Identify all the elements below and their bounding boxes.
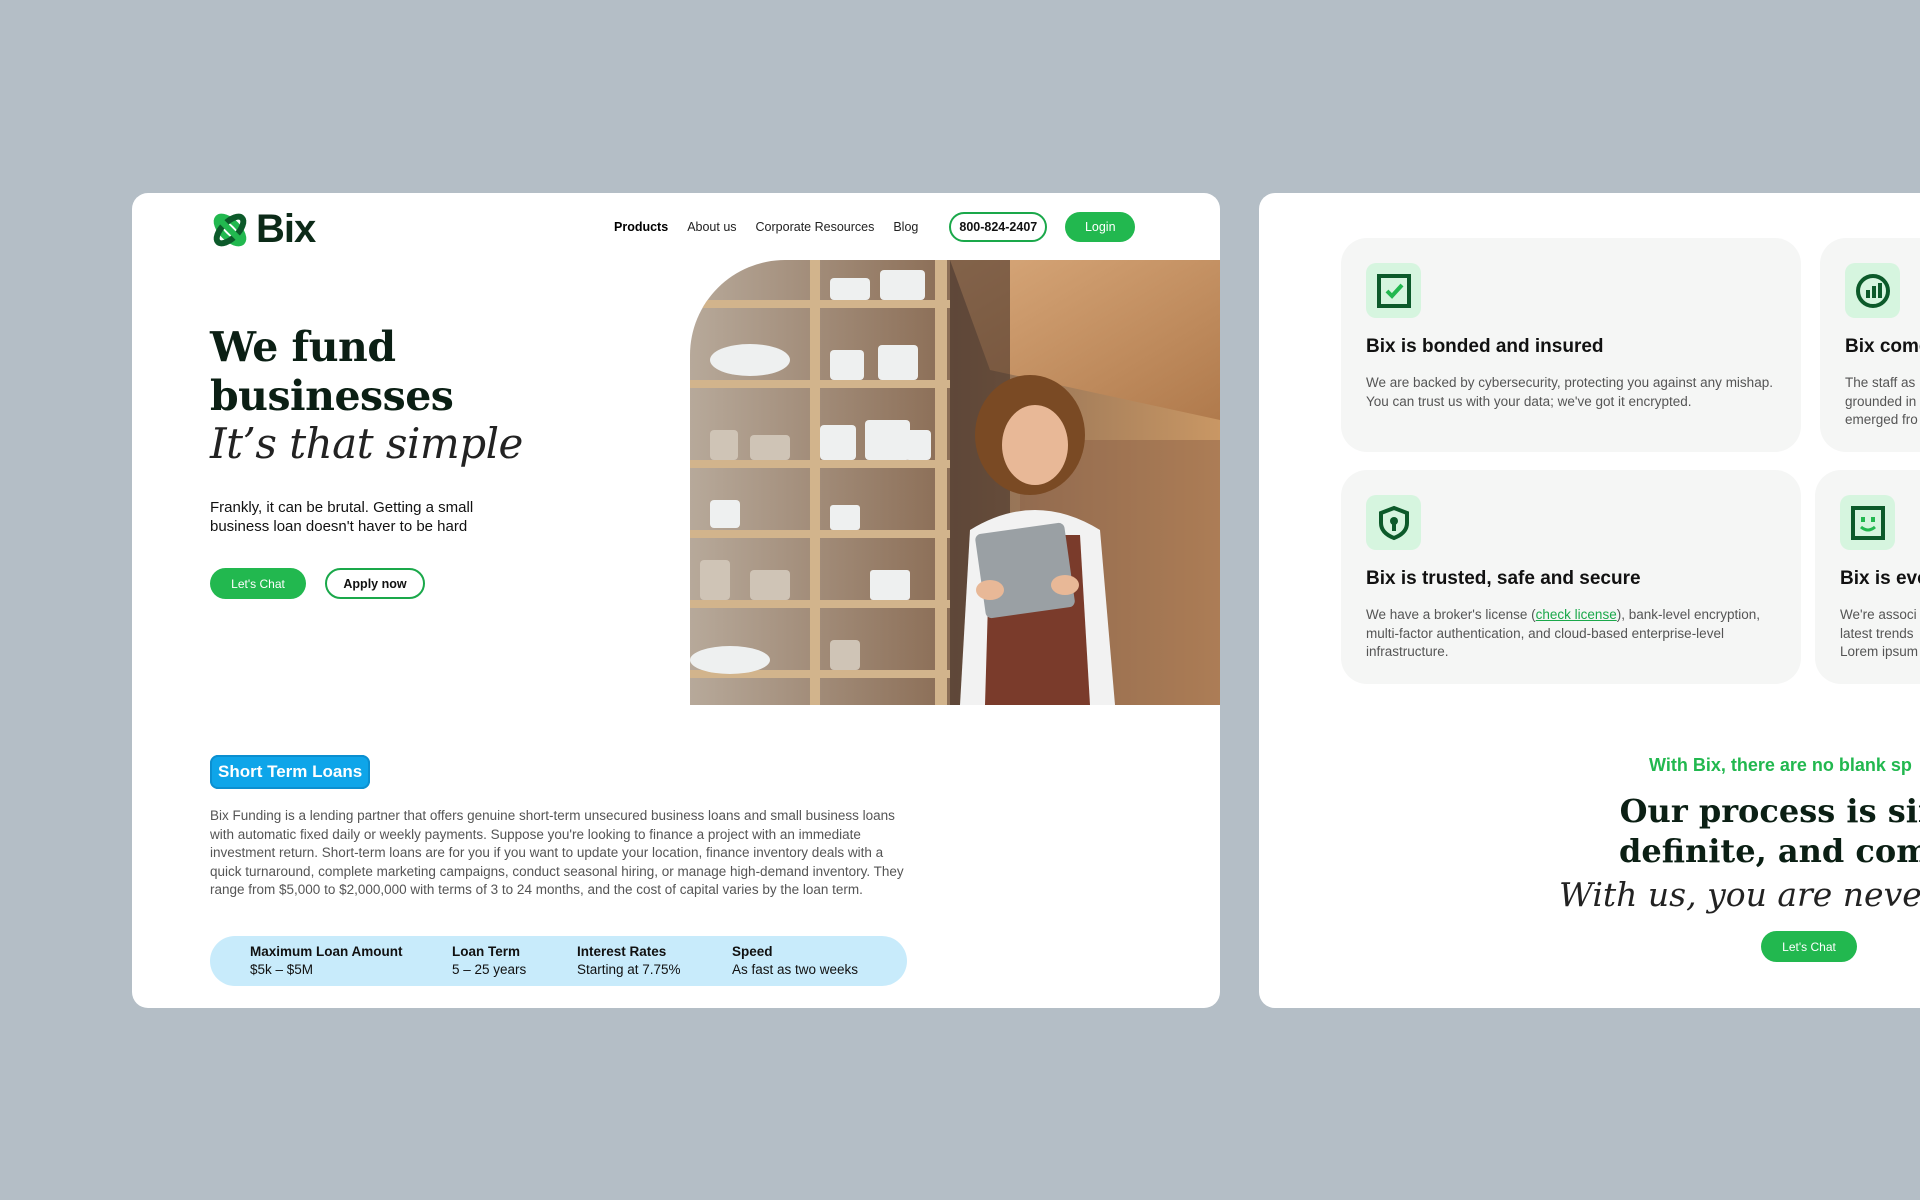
chart-icon [1845, 263, 1900, 318]
feature-title: Bix is bonded and insured [1366, 336, 1604, 357]
short-term-loans-tag: Short Term Loans [210, 755, 371, 789]
nav-corporate-resources[interactable]: Corporate Resources [756, 220, 875, 234]
feature-title: Bix is trusted, safe and secure [1366, 568, 1641, 589]
feature-title: Bix come [1845, 336, 1920, 357]
feature-card-community: Bix come The staff as grounded in emerge… [1820, 238, 1920, 452]
feature-card-bonded: Bix is bonded and insured We are backed … [1341, 238, 1801, 452]
feature-card-evolving: Bix is eve We're associ latest trends Lo… [1815, 470, 1920, 684]
stat-label: Speed [732, 944, 773, 959]
feature-description: We're associ latest trends Lorem ipsum [1840, 606, 1920, 662]
features-page-card: Bix is bonded and insured We are backed … [1259, 193, 1920, 1008]
short-term-loans-description: Bix Funding is a lending partner that of… [210, 808, 904, 897]
feature-description: We have a broker's license (check licens… [1366, 606, 1776, 662]
hero-title-line2: businesses [210, 372, 454, 420]
stat-value: 5 – 25 years [452, 962, 527, 977]
stat-loan-term: Loan Term 5 – 25 years [452, 943, 577, 979]
stat-label: Loan Term [452, 944, 521, 959]
lets-chat-button[interactable]: Let's Chat [210, 568, 306, 599]
hero-subtitle: It’s that simple [210, 419, 523, 468]
check-license-link[interactable]: check license [1536, 607, 1617, 622]
stat-label: Maximum Loan Amount [250, 944, 403, 959]
main-nav: Products About us Corporate Resources Bl… [614, 211, 1136, 243]
landing-page-card: Bix Products About us Corporate Resource… [132, 193, 1220, 1008]
process-eyebrow: With Bix, there are no blank sp [1649, 755, 1912, 775]
hero-photo [690, 260, 1220, 705]
nav-products[interactable]: Products [614, 220, 668, 234]
feature-description: The staff as grounded in emerged fro [1845, 374, 1920, 430]
feature-desc-line: latest trends [1840, 625, 1914, 641]
feature-description: We are backed by cybersecurity, protecti… [1366, 375, 1773, 409]
nav-about-us[interactable]: About us [687, 220, 736, 234]
process-title-line1: Our process is sim [1619, 792, 1920, 830]
brand-name: Bix [256, 207, 316, 251]
smile-icon [1840, 495, 1895, 550]
apply-now-button[interactable]: Apply now [325, 568, 425, 599]
loan-stats-bar: Maximum Loan Amount $5k – $5M Loan Term … [210, 936, 907, 986]
feature-desc-text: We have a broker's license ( [1366, 607, 1536, 622]
process-subtitle: With us, you are never in [1559, 875, 1920, 914]
bix-logo-icon [213, 213, 247, 246]
feature-card-trusted: Bix is trusted, safe and secure We have … [1341, 470, 1801, 684]
stat-value: As fast as two weeks [732, 962, 859, 977]
nav-blog[interactable]: Blog [893, 220, 918, 234]
lets-chat-button-2[interactable]: Let's Chat [1761, 931, 1857, 962]
phone-button[interactable]: 800-824-2407 [949, 212, 1048, 242]
feature-desc-line: The staff as [1845, 375, 1916, 390]
stat-value: Starting at 7.75% [577, 962, 681, 977]
stat-interest-rates: Interest Rates Starting at 7.75% [577, 943, 732, 979]
feature-desc-line: grounded in [1845, 393, 1917, 409]
feature-desc-line: emerged fro [1845, 412, 1918, 427]
pottery-shop-photo [690, 260, 1220, 705]
login-button[interactable]: Login [1065, 212, 1136, 242]
feature-desc-line: Lorem ipsum [1840, 644, 1919, 659]
checkbox-icon [1366, 263, 1421, 318]
stat-value: $5k – $5M [250, 962, 314, 977]
hero-title: We fund businesses [210, 323, 454, 421]
hero-description: Frankly, it can be brutal. Getting a sma… [210, 499, 474, 535]
bix-logo[interactable]: Bix [210, 207, 316, 252]
feature-desc-line: We're associ [1840, 607, 1917, 622]
hero-title-line1: We fund [210, 323, 396, 371]
stat-label: Interest Rates [577, 944, 667, 959]
stat-max-loan: Maximum Loan Amount $5k – $5M [250, 943, 452, 979]
process-title: Our process is sim definite, and comp [1619, 791, 1920, 871]
stat-speed: Speed As fast as two weeks [732, 943, 858, 979]
process-title-line2: definite, and comp [1619, 832, 1920, 870]
shield-icon [1366, 495, 1421, 550]
feature-title: Bix is eve [1840, 568, 1920, 589]
